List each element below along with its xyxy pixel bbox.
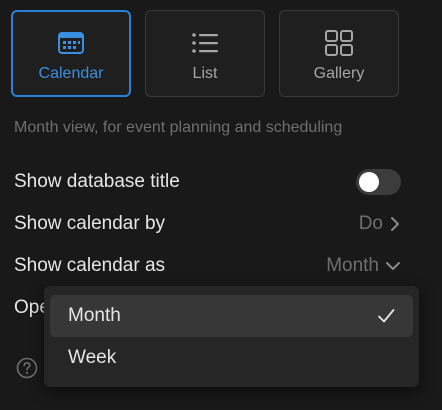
layout-card-gallery[interactable]: Gallery bbox=[279, 10, 399, 97]
help-icon[interactable] bbox=[16, 357, 38, 379]
setting-value: Do bbox=[358, 213, 383, 234]
menu-item-label: Week bbox=[68, 347, 117, 368]
setting-show-database-title[interactable]: Show database title bbox=[14, 169, 401, 195]
calendar-as-dropdown-menu: Month Week bbox=[44, 286, 419, 387]
setting-show-calendar-by[interactable]: Show calendar by Do bbox=[14, 211, 401, 237]
toggle-knob bbox=[359, 172, 379, 192]
show-calendar-by-value[interactable]: Do bbox=[359, 213, 401, 235]
list-icon bbox=[191, 29, 219, 57]
setting-label: Show database title bbox=[14, 171, 180, 192]
show-calendar-as-value[interactable]: Month bbox=[326, 255, 401, 277]
setting-show-calendar-as[interactable]: Show calendar as Month bbox=[14, 253, 401, 279]
layout-card-calendar[interactable]: Calendar bbox=[11, 10, 131, 97]
layout-card-list[interactable]: List bbox=[145, 10, 265, 97]
chevron-down-icon bbox=[386, 262, 400, 270]
layout-card-label: Gallery bbox=[313, 65, 365, 82]
chevron-right-icon bbox=[391, 217, 399, 231]
menu-item-week[interactable]: Week bbox=[50, 337, 413, 379]
gallery-icon bbox=[325, 29, 353, 57]
layout-description: Month view, for event planning and sched… bbox=[14, 119, 343, 136]
show-database-title-toggle[interactable] bbox=[356, 169, 401, 195]
calendar-icon bbox=[57, 29, 85, 57]
setting-label: Show calendar by bbox=[14, 213, 166, 234]
layout-selector: Calendar List Gallery bbox=[11, 10, 399, 97]
setting-value: Month bbox=[326, 255, 379, 276]
menu-item-label: Month bbox=[68, 305, 121, 326]
setting-label: Show calendar as bbox=[14, 255, 166, 276]
checkmark-icon bbox=[378, 309, 395, 323]
layout-card-label: List bbox=[192, 65, 218, 82]
layout-card-label: Calendar bbox=[38, 65, 104, 82]
menu-item-month[interactable]: Month bbox=[50, 295, 413, 337]
